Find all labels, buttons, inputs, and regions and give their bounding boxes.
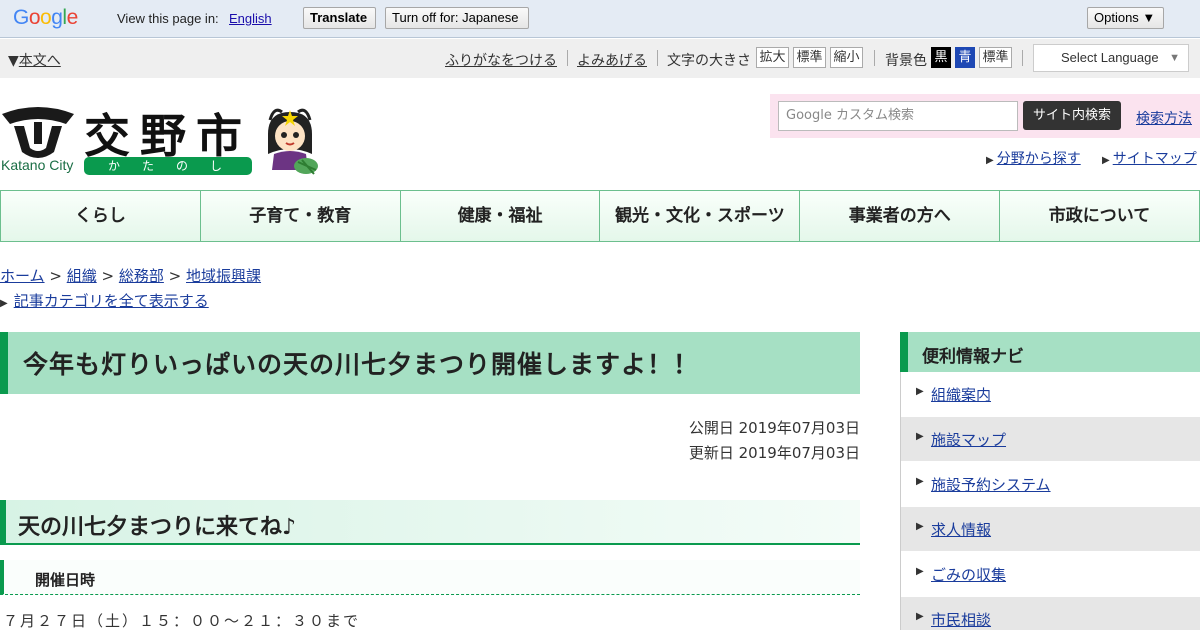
text-size-standard-button[interactable]: 標準 [793,47,826,68]
show-all-categories[interactable]: ▶ 記事カテゴリを全て表示する [0,290,209,311]
sidebar-item-consultation[interactable]: ▶ 市民相談 [901,597,1200,630]
text-size-enlarge-button[interactable]: 拡大 [756,47,789,68]
sidebar-item-facility-booking[interactable]: ▶ 施設予約システム [901,462,1200,507]
city-name-kana: かたのし [84,157,252,175]
text-size-reduce-button[interactable]: 縮小 [830,47,863,68]
bg-color-label: 背景色 [885,53,927,69]
browse-by-field-link[interactable]: 分野から探す [997,151,1081,167]
search-help-link[interactable]: 検索方法 [1136,108,1192,128]
divider [567,50,568,66]
nav-item-health-welfare[interactable]: 健康・福祉 [400,190,601,242]
global-nav: くらし 子育て・教育 健康・福祉 観光・文化・スポーツ 事業者の方へ 市政につい… [0,190,1200,242]
breadcrumb-separator: > [168,267,182,285]
translate-prompt: View this page in: [117,11,219,26]
breadcrumb-org[interactable]: 組織 [67,267,97,285]
bg-black-button[interactable]: 黒 [931,47,951,68]
mascot-icon [268,108,318,175]
site-map[interactable]: ▶ サイトマップ [1102,148,1197,168]
divider [874,50,875,66]
sidebar-title: 便利情報ナビ [900,332,1200,372]
search-input[interactable]: Google カスタム検索 [778,101,1018,131]
section-heading: 天の川七夕まつりに来てね♪ [0,500,860,545]
breadcrumb-separator: > [101,267,115,285]
triangle-right-icon: ▶ [916,566,924,577]
subsection-heading: 開催日時 [0,560,860,595]
site-search-button[interactable]: サイト内検索 [1023,101,1121,130]
bg-standard-button[interactable]: 標準 [979,47,1012,68]
sidebar-list: ▶ 組織案内 ▶ 施設マップ ▶ 施設予約システム ▶ 求人情報 ▶ ごみの収集 ▶ 市民相… [900,372,1200,630]
site-logo[interactable]: 交野市 Katano City かたのし [0,102,330,178]
site-map-link[interactable]: サイトマップ [1113,151,1197,167]
triangle-right-icon: ▶ [916,476,924,487]
breadcrumb-section[interactable]: 地域振興課 [186,267,261,285]
breadcrumb-separator: > [49,267,62,285]
section-heading-text: 天の川七夕まつりに来てね♪ [18,515,297,540]
triangle-right-icon: ▶ [916,431,924,442]
read-aloud-link[interactable]: よみあげる [577,53,647,69]
nav-item-living[interactable]: くらし [0,190,201,242]
google-logo: Google [13,6,78,29]
nav-item-city-government[interactable]: 市政について [1000,190,1200,242]
select-language-dropdown[interactable]: Select Language ▼ [1033,44,1189,72]
browse-by-field[interactable]: ▶ 分野から探す [986,148,1081,168]
turn-off-translation-button[interactable]: Turn off for: Japanese [385,7,529,29]
article-dates: 公開日 2019年07月03日 更新日 2019年07月03日 [689,416,860,466]
breadcrumb-home[interactable]: ホーム [0,267,45,285]
published-date: 公開日 2019年07月03日 [688,419,860,437]
triangle-right-icon: ▶ [1102,155,1110,166]
breadcrumb-dept[interactable]: 総務部 [119,267,164,285]
show-all-categories-link[interactable]: 記事カテゴリを全て表示する [14,292,209,310]
page-title: 今年も灯りいっぱいの天の川七夕まつり開催しますよ！！ [23,350,700,379]
article-title-box: 今年も灯りいっぱいの天の川七夕まつり開催しますよ！！ [0,332,860,394]
site-search: Google カスタム検索 サイト内検索 検索方法 [770,94,1200,138]
translate-bar: Google View this page in: English Transl… [0,0,1200,38]
nav-item-business[interactable]: 事業者の方へ [800,190,1001,242]
nav-item-childcare-education[interactable]: 子育て・教育 [200,190,401,242]
triangle-right-icon: ▶ [986,155,994,166]
utility-bar: ▼本文へ ふりがなをつける よみあげる 文字の大きさ 拡大 標準 縮小 背景色 … [0,39,1200,78]
sidebar-item-facility-map[interactable]: ▶ 施設マップ [901,417,1200,462]
divider [657,50,658,66]
text-size-label: 文字の大きさ [667,53,751,69]
divider [1022,50,1023,66]
triangle-right-icon: ▶ [916,386,924,397]
updated-date: 更新日 2019年07月03日 [688,444,860,462]
event-datetime-text: ７月２７日（土）１５：００～２１：３０まで [3,612,361,630]
triangle-right-icon: ▶ [916,611,924,622]
nav-item-tourism-culture-sports[interactable]: 観光・文化・スポーツ [600,190,801,242]
triangle-right-icon: ▶ [916,521,924,532]
bg-blue-button[interactable]: 青 [955,47,975,68]
city-name-english: Katano City [1,157,74,173]
skip-to-content-link[interactable]: 本文へ [19,53,61,69]
dropdown-arrow-icon: ▼ [1169,52,1180,64]
city-crest-icon [2,107,74,158]
subsection-heading-text: 開催日時 [35,571,96,589]
sidebar-navi: 便利情報ナビ ▶ 組織案内 ▶ 施設マップ ▶ 施設予約システム ▶ 求人情報 ▶ ごみの… [900,332,1200,630]
triangle-right-icon: ▶ [0,298,8,309]
triangle-down-icon: ▼ [8,53,19,69]
breadcrumb: ホーム > 組織 > 総務部 > 地域振興課 [0,265,261,286]
furigana-link[interactable]: ふりがなをつける [445,53,557,69]
translate-button[interactable]: Translate [303,7,376,29]
translate-language-link[interactable]: English [229,11,272,26]
skip-to-content[interactable]: ▼本文へ [8,50,61,70]
sidebar-item-garbage[interactable]: ▶ ごみの収集 [901,552,1200,597]
sidebar-item-org-guide[interactable]: ▶ 組織案内 [901,372,1200,417]
sidebar-item-job-info[interactable]: ▶ 求人情報 [901,507,1200,552]
translate-options-button[interactable]: Options ▼ [1087,7,1164,29]
